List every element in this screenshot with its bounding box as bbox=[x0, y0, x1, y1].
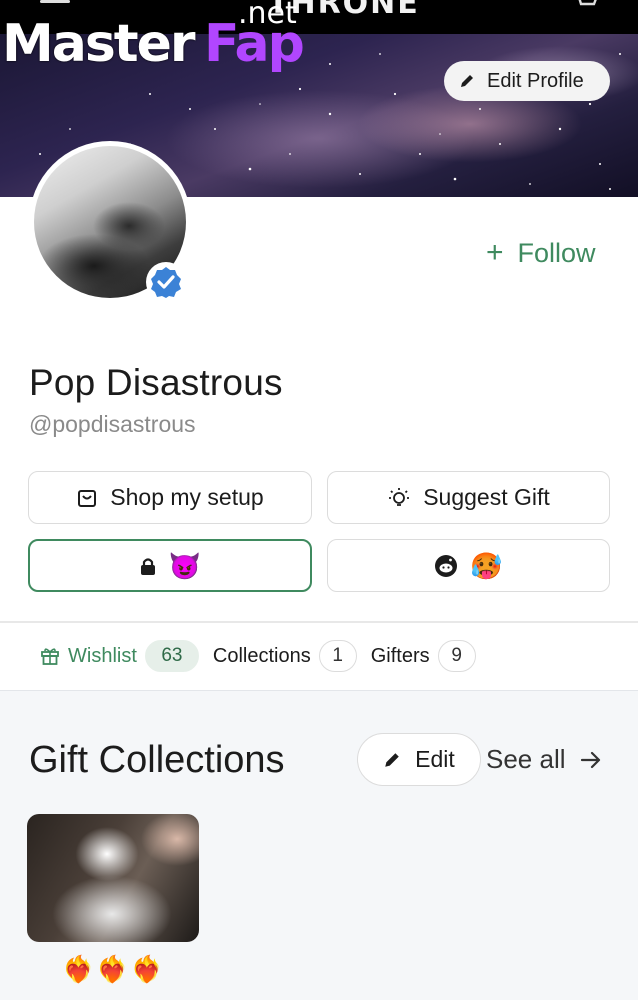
watermark-part-1: Master bbox=[2, 14, 196, 74]
suggest-gift-button[interactable]: Suggest Gift bbox=[327, 471, 610, 524]
section-divider bbox=[0, 621, 638, 623]
plus-icon: + bbox=[486, 236, 504, 269]
profile-tabs: Wishlist 63 Collections 1 Gifters 9 bbox=[40, 638, 490, 674]
tab-gifters[interactable]: Gifters 9 bbox=[371, 640, 476, 672]
tab-gifters-count: 9 bbox=[437, 640, 476, 672]
watermark-part-3: .net bbox=[238, 0, 297, 31]
tab-collections[interactable]: Collections 1 bbox=[213, 640, 357, 672]
gift-icon bbox=[41, 648, 59, 665]
tab-wishlist-count: 63 bbox=[144, 640, 199, 672]
tab-gifters-label: Gifters bbox=[370, 644, 430, 667]
lightbulb-icon bbox=[389, 487, 410, 506]
follow-label: Follow bbox=[517, 237, 596, 268]
devil-emoji: 😈 bbox=[168, 550, 202, 581]
profile-name: Pop Disastrous bbox=[29, 362, 283, 403]
pencil-icon bbox=[385, 752, 399, 767]
tab-collections-label: Collections bbox=[212, 644, 311, 667]
reddit-link-button[interactable]: 🥵 bbox=[327, 539, 610, 592]
locked-link-button[interactable]: 😈 bbox=[28, 539, 312, 592]
shop-my-setup-label: Shop my setup bbox=[110, 484, 264, 510]
cart-icon[interactable] bbox=[572, 0, 600, 8]
hamburger-menu-icon[interactable] bbox=[40, 0, 70, 6]
suggest-gift-label: Suggest Gift bbox=[423, 484, 550, 510]
see-all-label: See all bbox=[486, 744, 566, 774]
pencil-icon bbox=[461, 75, 473, 87]
edit-collections-button[interactable]: Edit bbox=[357, 733, 481, 786]
edit-collections-label: Edit bbox=[415, 746, 455, 772]
tab-wishlist-label: Wishlist bbox=[68, 644, 137, 667]
gift-collections-title: Gift Collections bbox=[29, 739, 285, 781]
edit-profile-button[interactable]: Edit Profile bbox=[444, 61, 610, 101]
verified-badge-icon bbox=[146, 262, 186, 302]
profile-handle: @popdisastrous bbox=[29, 411, 196, 437]
tab-wishlist[interactable]: Wishlist 63 bbox=[40, 640, 199, 672]
see-all-link[interactable]: See all bbox=[486, 744, 602, 775]
edit-profile-label: Edit Profile bbox=[487, 69, 584, 92]
collection-card-label[interactable]: ❤️‍🔥❤️‍🔥❤️‍🔥 bbox=[62, 955, 165, 985]
hot-face-emoji: 🥵 bbox=[470, 550, 503, 581]
follow-button[interactable]: + Follow bbox=[486, 236, 596, 270]
reddit-icon bbox=[435, 554, 458, 577]
arrow-right-icon bbox=[580, 751, 600, 768]
shop-my-setup-button[interactable]: Shop my setup bbox=[28, 471, 312, 524]
collection-card-image[interactable] bbox=[27, 814, 199, 942]
tab-collections-count: 1 bbox=[318, 640, 357, 672]
lock-icon bbox=[140, 557, 155, 575]
shopping-bag-icon bbox=[78, 489, 97, 507]
